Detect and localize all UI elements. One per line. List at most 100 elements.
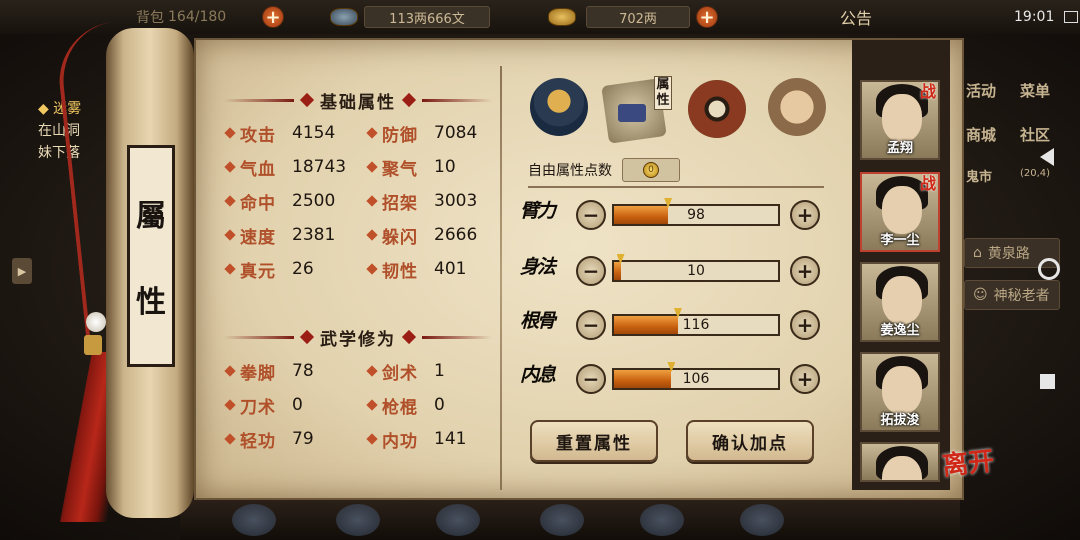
silver-icon bbox=[330, 8, 358, 26]
house-icon: ⌂ bbox=[973, 245, 982, 261]
stat-bullet bbox=[366, 433, 378, 445]
stat-value: 4154 bbox=[292, 123, 336, 143]
huangquan-label: 黄泉路 bbox=[987, 246, 1030, 262]
attribute-value: 98 bbox=[687, 207, 705, 223]
stat-label: 防御 bbox=[382, 125, 418, 146]
back-icon[interactable] bbox=[1040, 148, 1054, 166]
martial-stat: 内功 141 bbox=[366, 428, 467, 452]
decrease-button[interactable]: − bbox=[576, 364, 606, 394]
leave-label: 离开 bbox=[940, 446, 996, 482]
stat-label: 速度 bbox=[240, 227, 276, 248]
decrease-button[interactable]: − bbox=[576, 200, 606, 230]
in-battle-tag: 战 bbox=[920, 82, 937, 101]
tassel-bead bbox=[86, 312, 106, 332]
activity-button[interactable]: 活动 bbox=[966, 80, 996, 101]
stat-label: 攻击 bbox=[240, 125, 276, 146]
bottom-menu-icon[interactable] bbox=[740, 504, 784, 536]
tab-attributes[interactable]: 属性 bbox=[654, 76, 672, 110]
stat-value: 141 bbox=[434, 429, 467, 449]
stat-bullet bbox=[224, 433, 236, 445]
gold-plus-button[interactable]: + bbox=[696, 6, 718, 28]
party-member-name: 李一尘 bbox=[880, 233, 920, 248]
basic-attributes-title-text: 基础属性 bbox=[320, 92, 396, 113]
attribute-row: 根骨 − 116 + bbox=[520, 306, 830, 346]
bottom-menu-icon[interactable] bbox=[436, 504, 480, 536]
expand-left-arrow-icon[interactable]: ▶ bbox=[12, 258, 32, 284]
stat-label: 气血 bbox=[240, 159, 276, 180]
hat-icon[interactable] bbox=[530, 78, 588, 136]
taiji-icon[interactable] bbox=[688, 80, 746, 138]
attribute-row: 臂力 − 98 + bbox=[520, 196, 830, 236]
increase-button[interactable]: + bbox=[790, 364, 820, 394]
attribute-name: 身法 bbox=[520, 256, 556, 278]
notice-button[interactable]: 公告 bbox=[840, 6, 872, 28]
stat-label: 拳脚 bbox=[240, 363, 276, 384]
free-points-box: 0 bbox=[622, 158, 680, 182]
free-points-value: 0 bbox=[643, 162, 659, 178]
stat-bullet bbox=[224, 263, 236, 275]
scroll-title-label: 屬 性 bbox=[127, 145, 175, 367]
stat-value: 10 bbox=[434, 157, 456, 177]
stat-value: 3003 bbox=[434, 191, 478, 211]
stat-label: 剑术 bbox=[382, 363, 418, 384]
basic-stat: 防御 7084 bbox=[366, 122, 478, 146]
party-member-name: 拓拔浚 bbox=[880, 413, 920, 428]
stat-bullet bbox=[366, 399, 378, 411]
person-icon: ☺ bbox=[973, 287, 988, 303]
increase-button[interactable]: + bbox=[790, 200, 820, 230]
confirm-points-button[interactable]: 确认加点 bbox=[686, 420, 814, 462]
bottom-menu-icon[interactable] bbox=[640, 504, 684, 536]
shop-button[interactable]: 商城 bbox=[966, 124, 996, 145]
fist-icon[interactable] bbox=[768, 78, 826, 136]
leave-button[interactable]: 离开 bbox=[940, 446, 999, 510]
party-member-portrait[interactable] bbox=[860, 442, 940, 482]
stat-bullet bbox=[366, 195, 378, 207]
bottom-menu-icon[interactable] bbox=[540, 504, 584, 536]
martial-title-text: 武学修为 bbox=[320, 329, 396, 350]
basic-stat: 速度 2381 bbox=[224, 224, 335, 248]
recent-apps-icon[interactable] bbox=[1040, 374, 1055, 389]
free-points-underline bbox=[528, 186, 824, 188]
increase-button[interactable]: + bbox=[790, 310, 820, 340]
bottom-menu-icon[interactable] bbox=[336, 504, 380, 536]
basic-stat: 韧性 401 bbox=[366, 258, 466, 282]
basic-stat: 攻击 4154 bbox=[224, 122, 336, 146]
home-icon[interactable] bbox=[1038, 258, 1060, 280]
in-battle-tag: 战 bbox=[920, 174, 937, 193]
attribute-bar: 10 bbox=[612, 254, 780, 282]
decrease-button[interactable]: − bbox=[576, 310, 606, 340]
party-member-name: 孟翔 bbox=[886, 141, 913, 156]
portrait-face bbox=[882, 366, 922, 414]
portrait-face bbox=[882, 186, 922, 234]
stat-value: 0 bbox=[434, 395, 445, 415]
stat-label: 枪棍 bbox=[382, 397, 418, 418]
martial-stat: 刀术 0 bbox=[224, 394, 303, 418]
scroll-icon-detail bbox=[618, 104, 646, 122]
portrait-face bbox=[882, 276, 922, 324]
attribute-bar: 106 bbox=[612, 362, 780, 390]
basic-stat: 真元 26 bbox=[224, 258, 314, 282]
stat-bullet bbox=[366, 161, 378, 173]
decrease-button[interactable]: − bbox=[576, 256, 606, 286]
bottom-menu-icon[interactable] bbox=[232, 504, 276, 536]
free-points-label: 自由属性点数 bbox=[528, 163, 612, 179]
stat-bullet bbox=[366, 229, 378, 241]
bag-plus-button[interactable]: + bbox=[262, 6, 284, 28]
gold-amount: 702两 bbox=[586, 6, 690, 28]
stat-value: 7084 bbox=[434, 123, 478, 143]
stat-label: 刀术 bbox=[240, 397, 276, 418]
stat-bullet bbox=[224, 195, 236, 207]
stat-label: 聚气 bbox=[382, 159, 418, 180]
stat-value: 0 bbox=[292, 395, 303, 415]
basic-stat: 聚气 10 bbox=[366, 156, 456, 180]
stat-value: 18743 bbox=[292, 157, 347, 177]
attribute-value: 106 bbox=[682, 371, 710, 387]
reset-attributes-button[interactable]: 重置属性 bbox=[530, 420, 658, 462]
party-member-portrait[interactable]: 姜逸尘 bbox=[860, 262, 940, 342]
party-member-portrait[interactable]: 拓拔浚 bbox=[860, 352, 940, 432]
stat-value: 78 bbox=[292, 361, 314, 381]
stat-label: 内功 bbox=[382, 431, 418, 452]
stat-bullet bbox=[366, 127, 378, 139]
stat-bullet bbox=[224, 229, 236, 241]
increase-button[interactable]: + bbox=[790, 256, 820, 286]
